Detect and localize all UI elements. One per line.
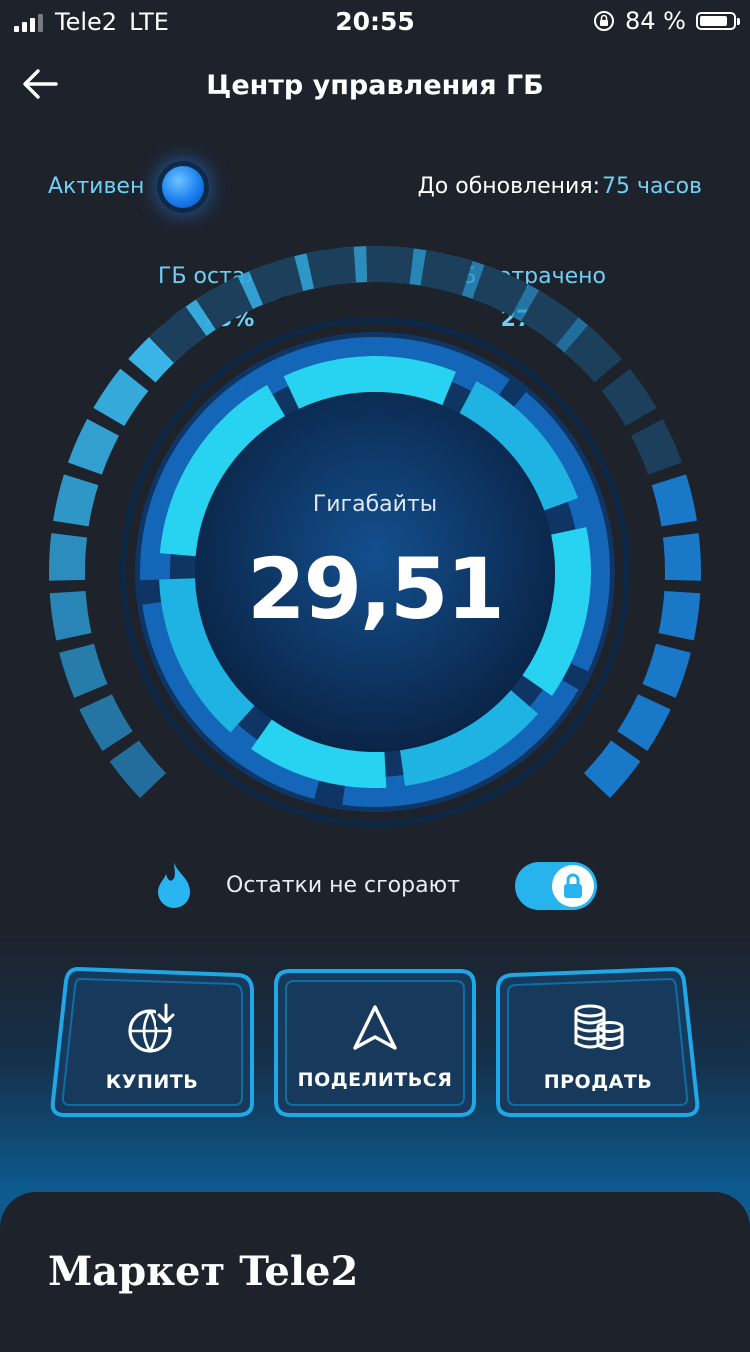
coins-stack-icon	[574, 1004, 624, 1050]
navigation-arrow-icon	[353, 1005, 397, 1050]
market-title: Маркет Tele2	[48, 1248, 359, 1295]
spent-segment	[617, 694, 671, 752]
spent-segment	[601, 368, 657, 427]
sell-button-label: ПРОДАТЬ	[543, 1071, 653, 1093]
remaining-segment	[59, 643, 108, 698]
rollover-toggle[interactable]	[515, 862, 597, 910]
globe-download-icon	[128, 1003, 178, 1053]
lock-icon	[564, 873, 582, 898]
share-button-label: ПОДЕЛИТЬСЯ	[297, 1069, 453, 1091]
gauge-caption: Гигабайты	[312, 492, 438, 517]
spent-segment	[306, 246, 357, 289]
spent-segment	[642, 643, 691, 698]
share-button[interactable]: ПОДЕЛИТЬСЯ	[272, 965, 478, 1117]
sell-button[interactable]: ПРОДАТЬ	[494, 965, 702, 1117]
spent-segment	[366, 246, 414, 285]
remaining-segment	[109, 740, 167, 799]
buy-button[interactable]: КУПИТЬ	[48, 965, 256, 1117]
flame-icon	[158, 862, 190, 908]
spent-segment	[631, 418, 683, 475]
remaining-segment	[67, 418, 119, 475]
remaining-segment	[79, 694, 133, 752]
rollover-label: Остатки не сгорают	[226, 873, 460, 898]
data-gauge	[48, 246, 701, 827]
remaining-segment	[93, 368, 149, 427]
buy-button-label: КУПИТЬ	[105, 1071, 199, 1093]
toggle-knob	[552, 865, 594, 907]
spent-segment	[583, 740, 641, 799]
gauge-value: 29,51	[247, 540, 505, 638]
